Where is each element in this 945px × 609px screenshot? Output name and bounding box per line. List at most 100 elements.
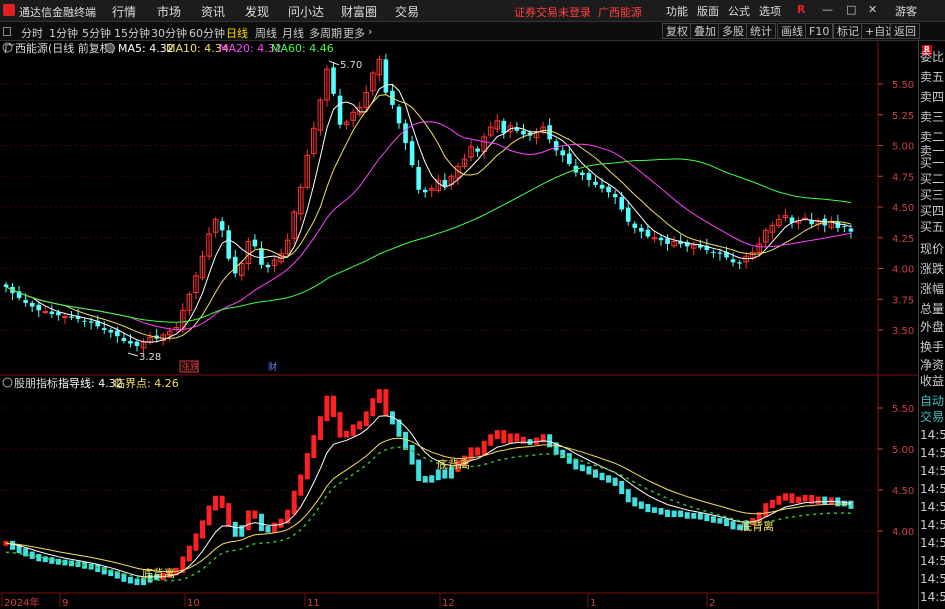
price-tick-label: 5.00 <box>892 142 914 153</box>
period-tick[interactable]: 分时 <box>21 25 43 41</box>
sidebar-item-trade[interactable]: 交易 <box>920 407 945 427</box>
indicator-bar-down <box>645 503 651 513</box>
period-5min[interactable]: 5分钟 <box>82 25 111 41</box>
menu-quotes[interactable]: 行情 <box>112 3 136 20</box>
menu-options[interactable]: 选项 <box>759 3 781 19</box>
period-weekly[interactable]: 周线 <box>255 25 277 41</box>
time-row: 14:56 <box>920 536 945 550</box>
candle-body-down <box>606 186 611 193</box>
indicator-bar-up <box>363 411 369 427</box>
period-60min[interactable]: 60分钟 <box>189 25 225 41</box>
high-price-label: 5.70 <box>340 60 362 71</box>
time-row: 14:56 <box>920 482 945 496</box>
candle-body-down <box>396 106 402 124</box>
minimize-icon[interactable]: — <box>822 3 833 16</box>
menu-trade[interactable]: 交易 <box>395 3 419 20</box>
ma-settings-icon[interactable] <box>105 43 115 53</box>
tool-f10[interactable]: F10 <box>805 23 834 39</box>
tool-stats[interactable]: 统计 <box>746 23 776 39</box>
candle-body-down <box>639 227 644 232</box>
tool-overlay[interactable]: 叠加 <box>690 23 720 39</box>
period-daily[interactable]: 日线 <box>226 25 248 41</box>
finance-marker-text[interactable]: 财 <box>268 361 277 373</box>
menu-bar: 通达信金融终端 行情 市场 资讯 发现 问小达 财富圈 交易 证券交易未登录 广… <box>0 0 945 22</box>
time-row: 14:56 <box>920 428 945 442</box>
indicator-tick-label: 5.50 <box>892 404 914 415</box>
candle-body-down <box>36 304 42 311</box>
sidebar-item-volume: 总量 <box>920 302 945 316</box>
r-icon[interactable]: R <box>797 3 805 16</box>
event-marker-text[interactable]: 涨跌 <box>181 362 199 373</box>
candle-body-down <box>416 167 421 190</box>
candle-body-down <box>645 229 651 237</box>
period-1min[interactable]: 1分钟 <box>49 25 78 41</box>
candle-body-down <box>835 221 841 228</box>
indicator-tick-label: 4.50 <box>892 486 914 497</box>
candle-body-down <box>711 251 716 253</box>
indicator-bar-down <box>429 475 435 483</box>
sidebar-item-turnover: 换手 <box>920 340 945 354</box>
candle-body-down <box>599 184 605 189</box>
candle-body-down <box>3 284 9 287</box>
tool-back[interactable]: 返回 <box>890 23 920 39</box>
close-icon[interactable]: ✕ <box>868 3 877 16</box>
indicator-bar-down <box>658 508 664 515</box>
period-30min[interactable]: 30分钟 <box>151 25 187 41</box>
period-15min[interactable]: 15分钟 <box>114 25 150 41</box>
tool-draw[interactable]: 画线 <box>777 23 807 39</box>
time-row: 14:56 <box>920 518 945 532</box>
layout-icon[interactable] <box>3 27 11 36</box>
candle-body-down <box>580 172 585 176</box>
period-multi[interactable]: 多周期 <box>309 25 342 41</box>
indicator-bar-down <box>606 475 612 483</box>
candle-body-down <box>383 59 389 93</box>
login-warning: 证券交易未登录 广西能源 <box>514 4 642 20</box>
kline-chart[interactable]: 5.50 5.25 5.00 4.75 4.50 4.25 4.00 3.75 3.50 5.50… <box>0 41 918 609</box>
tool-mark[interactable]: 标记 <box>833 23 863 39</box>
indicator-bar-down <box>730 521 736 530</box>
price-tick-label: 4.50 <box>892 203 914 214</box>
indicator-bar-down <box>435 469 441 481</box>
indicator-bar-down <box>49 557 55 564</box>
indicator-bar-down <box>848 500 854 509</box>
indicator-bar-up <box>789 493 795 504</box>
menu-news[interactable]: 资讯 <box>201 3 225 20</box>
indicator-bar-up <box>252 510 258 519</box>
guide-line-label: 指导线: 4.32 <box>58 376 123 390</box>
menu-market[interactable]: 市场 <box>157 3 181 20</box>
more-chevron-icon[interactable]: › <box>368 25 372 38</box>
date-label: 1 <box>590 598 596 609</box>
indicator-bar-up <box>763 503 769 518</box>
menu-wealth[interactable]: 财富圈 <box>341 3 377 20</box>
indicator-bar-down <box>573 458 579 470</box>
guest-label[interactable]: 游客 <box>895 3 917 19</box>
price-tick-label: 5.50 <box>892 80 914 91</box>
date-label: 11 <box>307 598 320 609</box>
indicator-bar-up <box>520 436 526 445</box>
tool-adjust[interactable]: 复权 <box>662 23 692 39</box>
sidebar-item-outer: 外盘 <box>920 320 945 334</box>
indicator-bar-down <box>612 477 618 486</box>
period-more[interactable]: 更多 <box>343 25 365 41</box>
date-label: 2 <box>709 598 715 609</box>
menu-ask[interactable]: 问小达 <box>288 3 324 20</box>
menu-formula[interactable]: 公式 <box>728 3 750 19</box>
menu-layout[interactable]: 版面 <box>697 3 719 19</box>
candle-body-down <box>442 179 448 187</box>
candle-body-down <box>586 173 592 180</box>
date-label: 12 <box>442 598 455 609</box>
indicator-bar-down <box>625 489 631 503</box>
tool-multi[interactable]: 多股 <box>718 23 748 39</box>
maximize-icon[interactable]: □ <box>846 3 856 16</box>
indicator-bar-down <box>678 510 684 518</box>
menu-discover[interactable]: 发现 <box>245 3 269 20</box>
indicator-bar-down <box>710 516 716 523</box>
indicator-bar-up <box>769 499 775 509</box>
time-row: 14:56 <box>920 446 945 460</box>
candle-body-down <box>422 189 428 193</box>
indicator-bar-down <box>619 480 625 495</box>
period-monthly[interactable]: 月线 <box>282 25 304 41</box>
indicator-bar-up <box>324 395 330 422</box>
indicator-bar-down <box>416 459 422 481</box>
menu-function[interactable]: 功能 <box>666 3 688 19</box>
